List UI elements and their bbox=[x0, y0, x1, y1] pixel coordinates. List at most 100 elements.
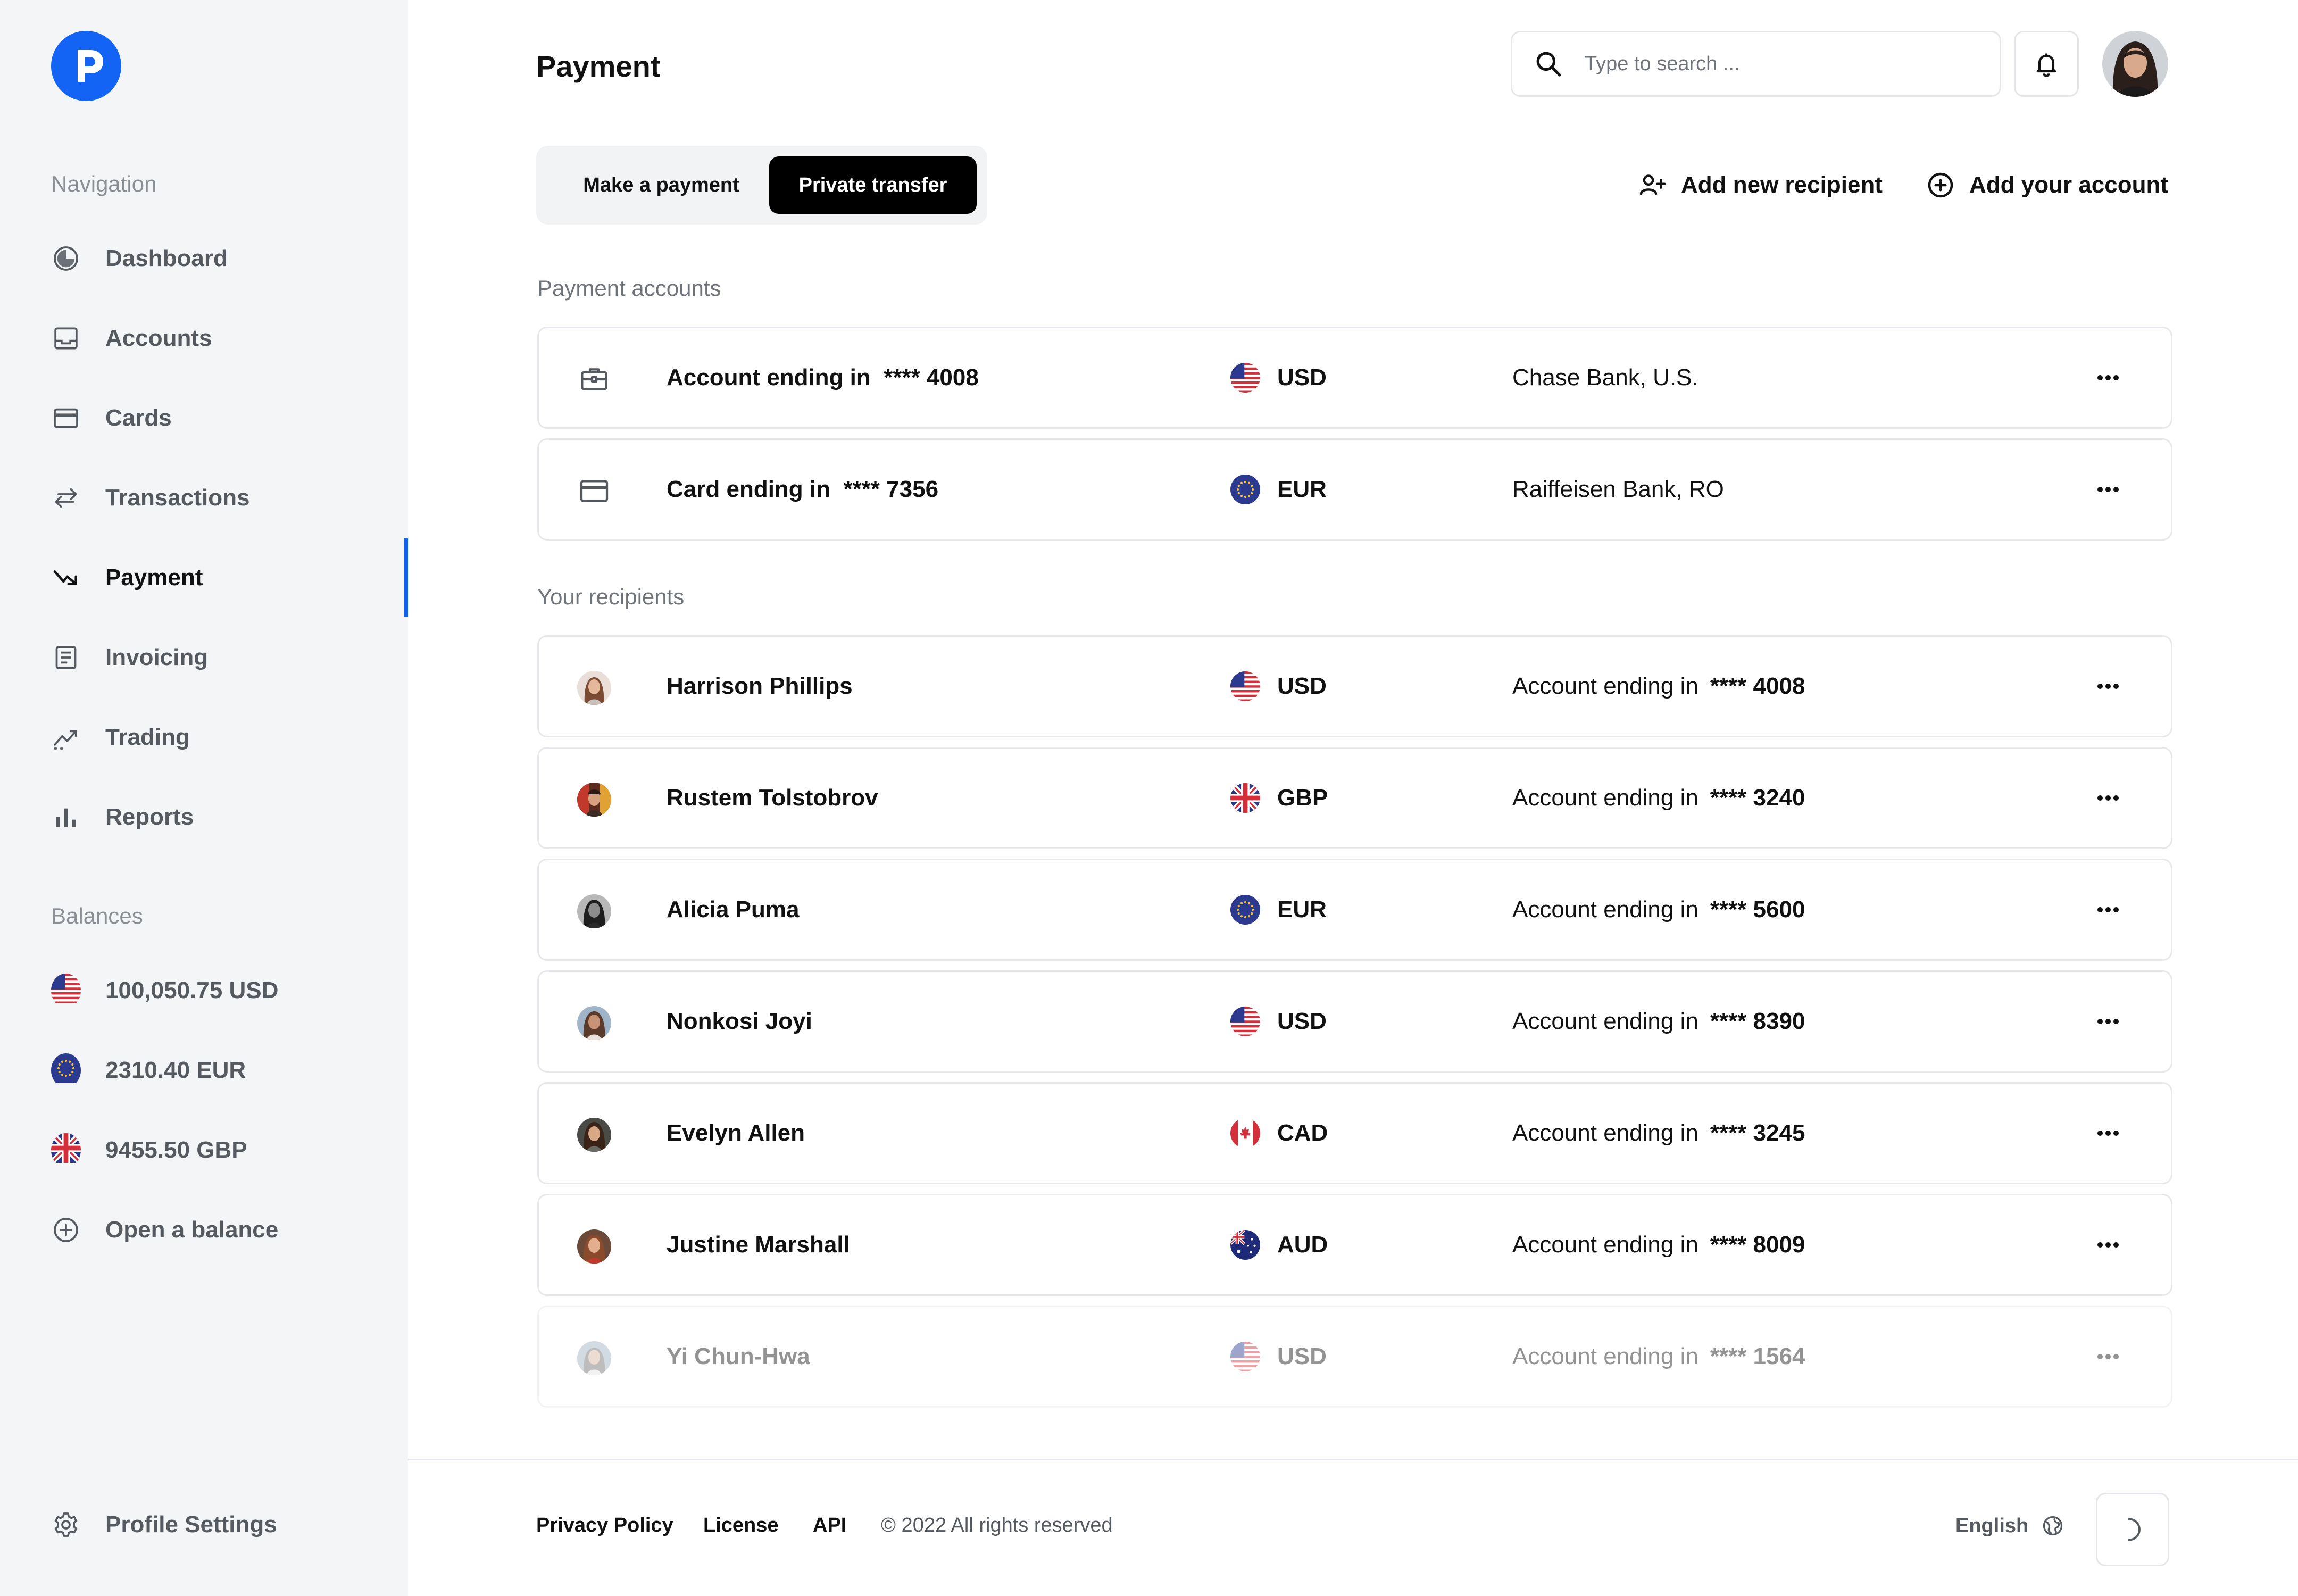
language-label: English bbox=[1955, 1514, 2029, 1537]
sidebar-item-cards[interactable]: Cards bbox=[51, 397, 370, 439]
sidebar-item-label: Transactions bbox=[105, 485, 250, 511]
recipient-row[interactable]: Justine Marshall AUD Account ending in **… bbox=[537, 1194, 2172, 1296]
account-number: **** 3240 bbox=[1710, 785, 1805, 811]
user-avatar[interactable] bbox=[2102, 31, 2168, 97]
us-flag-icon bbox=[1230, 1342, 1260, 1371]
more-options-button[interactable] bbox=[2081, 669, 2135, 704]
sidebar-item-reports[interactable]: Reports bbox=[51, 796, 370, 838]
recipient-row[interactable]: Nonkosi Joyi USD Account ending in **** 8… bbox=[537, 970, 2172, 1073]
ellipsis-icon bbox=[2097, 1242, 2119, 1248]
moon-icon bbox=[2128, 1518, 2141, 1541]
plus-circle-icon bbox=[1928, 172, 1953, 198]
account-number: **** 5600 bbox=[1710, 896, 1805, 922]
balance-label: 9455.50 GBP bbox=[105, 1137, 247, 1163]
currency: USD bbox=[1230, 637, 1327, 736]
sidebar-item-label: Trading bbox=[105, 724, 190, 750]
currency: USD bbox=[1230, 972, 1327, 1071]
search-input[interactable] bbox=[1585, 52, 1957, 76]
license-link[interactable]: License bbox=[703, 1514, 779, 1537]
account-number: **** 8009 bbox=[1710, 1232, 1805, 1258]
account-prefix: Account ending in bbox=[1512, 1232, 1698, 1258]
recipient-name: Harrison Phillips bbox=[667, 673, 853, 699]
sidebar-item-label: Dashboard bbox=[105, 245, 228, 271]
balance-item-gbp[interactable]: 9455.50 GBP bbox=[51, 1129, 370, 1171]
recipient-name: Yi Chun-Hwa bbox=[667, 1343, 810, 1369]
add-account-button[interactable]: Add your account bbox=[1926, 165, 2168, 205]
currency-code: USD bbox=[1277, 673, 1327, 699]
payment-account-row[interactable]: Card ending in **** 7356 EUR Raiffeisen … bbox=[537, 438, 2172, 541]
currency-code: GBP bbox=[1277, 785, 1328, 811]
avatar bbox=[577, 1006, 611, 1040]
more-options-button[interactable] bbox=[2081, 1339, 2135, 1374]
inbox-icon bbox=[51, 323, 81, 353]
payment-account-row[interactable]: Account ending in **** 4008 USD Chase Ba… bbox=[537, 327, 2172, 429]
more-options-button[interactable] bbox=[2081, 892, 2135, 927]
language-selector[interactable]: English bbox=[1955, 1514, 2064, 1537]
sidebar-item-transactions[interactable]: Transactions bbox=[51, 477, 370, 519]
add-recipient-button[interactable]: Add new recipient bbox=[1637, 165, 1883, 205]
ca-flag-icon bbox=[1230, 1118, 1260, 1148]
more-options-button[interactable] bbox=[2081, 472, 2135, 507]
sidebar-item-invoicing[interactable]: Invoicing bbox=[51, 636, 370, 679]
recipient-row[interactable]: Yi Chun-Hwa USD Account ending in **** 15… bbox=[537, 1306, 2172, 1408]
recipient-row[interactable]: Rustem Tolstobrov GBP Account ending in *… bbox=[537, 747, 2172, 849]
sidebar-item-label: Accounts bbox=[105, 325, 212, 351]
privacy-policy-link[interactable]: Privacy Policy bbox=[536, 1514, 673, 1537]
more-options-button[interactable] bbox=[2081, 1004, 2135, 1039]
currency: EUR bbox=[1230, 860, 1327, 959]
sidebar-item-trading[interactable]: Trading bbox=[51, 716, 370, 759]
more-options-button[interactable] bbox=[2081, 1116, 2135, 1151]
recipient-row[interactable]: Alicia Puma EUR Account ending in **** 56… bbox=[537, 859, 2172, 961]
balance-item-usd[interactable]: 100,050.75 USD bbox=[51, 969, 370, 1012]
bell-icon bbox=[2036, 53, 2056, 77]
eu-flag-icon bbox=[51, 1053, 81, 1087]
more-options-button[interactable] bbox=[2081, 780, 2135, 816]
account-prefix: Account ending in bbox=[1512, 1343, 1698, 1369]
avatar bbox=[577, 1118, 611, 1152]
avatar bbox=[577, 894, 611, 928]
notifications-button[interactable] bbox=[2014, 31, 2079, 97]
account-prefix: Account ending in bbox=[1512, 1120, 1698, 1146]
theme-toggle-button[interactable] bbox=[2096, 1493, 2169, 1566]
eu-flag-icon bbox=[1230, 475, 1260, 504]
account-number: **** 8390 bbox=[1710, 1008, 1805, 1034]
recipient-row[interactable]: Evelyn Allen CAD Account ending in **** 3… bbox=[537, 1082, 2172, 1184]
tab-private-transfer[interactable]: Private transfer bbox=[769, 156, 977, 214]
open-balance-label: Open a balance bbox=[105, 1217, 279, 1243]
api-link[interactable]: API bbox=[813, 1514, 846, 1537]
open-balance-button[interactable]: Open a balance bbox=[51, 1209, 370, 1251]
trend-arrow-icon bbox=[51, 563, 81, 593]
document-icon bbox=[51, 643, 81, 672]
card-icon bbox=[51, 403, 81, 433]
bank-name: Chase Bank, U.S. bbox=[1512, 364, 1698, 390]
recipient-name: Alicia Puma bbox=[667, 896, 800, 922]
search-icon bbox=[1536, 52, 1561, 77]
sidebar-item-payment[interactable]: Payment bbox=[51, 556, 370, 599]
briefcase-icon bbox=[577, 362, 611, 396]
balance-item-eur[interactable]: 2310.40 EUR bbox=[51, 1049, 370, 1092]
gear-icon bbox=[51, 1510, 81, 1540]
account-prefix: Account ending in bbox=[1512, 673, 1698, 699]
search-box[interactable] bbox=[1511, 31, 2001, 97]
currency: AUD bbox=[1230, 1195, 1328, 1294]
sidebar-item-accounts[interactable]: Accounts bbox=[51, 317, 370, 360]
account-name: Card ending in **** 7356 bbox=[667, 476, 939, 502]
more-options-button[interactable] bbox=[2081, 1227, 2135, 1262]
bank-name: Raiffeisen Bank, RO bbox=[1512, 476, 1724, 502]
account-number: **** 1564 bbox=[1710, 1343, 1805, 1369]
more-options-button[interactable] bbox=[2081, 360, 2135, 395]
recipient-row[interactable]: Harrison Phillips USD Account ending in *… bbox=[537, 635, 2172, 737]
profile-settings-button[interactable]: Profile Settings bbox=[51, 1503, 370, 1546]
currency-code: EUR bbox=[1277, 896, 1327, 922]
sidebar-item-label: Cards bbox=[105, 405, 172, 431]
balance-label: 100,050.75 USD bbox=[105, 977, 279, 1003]
p-logo-icon[interactable] bbox=[51, 31, 121, 101]
au-flag-icon bbox=[1230, 1230, 1260, 1260]
sidebar-item-label: Reports bbox=[105, 804, 194, 830]
sidebar-item-dashboard[interactable]: Dashboard bbox=[51, 237, 370, 280]
ellipsis-icon bbox=[2097, 907, 2119, 912]
tab-make-payment[interactable]: Make a payment bbox=[557, 156, 765, 214]
us-flag-icon bbox=[1230, 671, 1260, 701]
us-flag-icon bbox=[1230, 363, 1260, 393]
ellipsis-icon bbox=[2097, 375, 2119, 380]
